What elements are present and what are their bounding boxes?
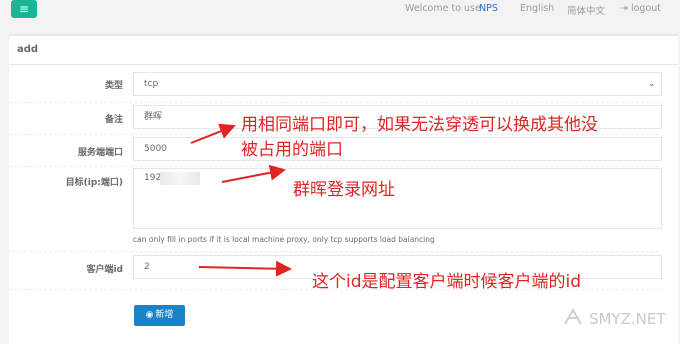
annotation-server-port-line1: 用相同端口即可，如果无法穿透可以换成其他没 <box>241 115 598 135</box>
annotation-client-id: 这个id是配置客户端时候客户端的id <box>312 272 582 292</box>
arrow-client-id <box>198 260 292 277</box>
arrow-target <box>221 164 286 183</box>
watermark-text: SMYZ.NET <box>589 310 666 328</box>
watermark-logo-icon <box>564 307 582 325</box>
arrow-server-port <box>190 123 236 144</box>
annotation-server-port-line2: 被占用的端口 <box>241 140 343 160</box>
annotation-arrows <box>190 123 292 277</box>
annotation-target: 群晖登录网址 <box>293 180 395 200</box>
annotation-server-port: 用相同端口即可，如果无法穿透可以换成其他没 被占用的端口 <box>241 113 598 163</box>
